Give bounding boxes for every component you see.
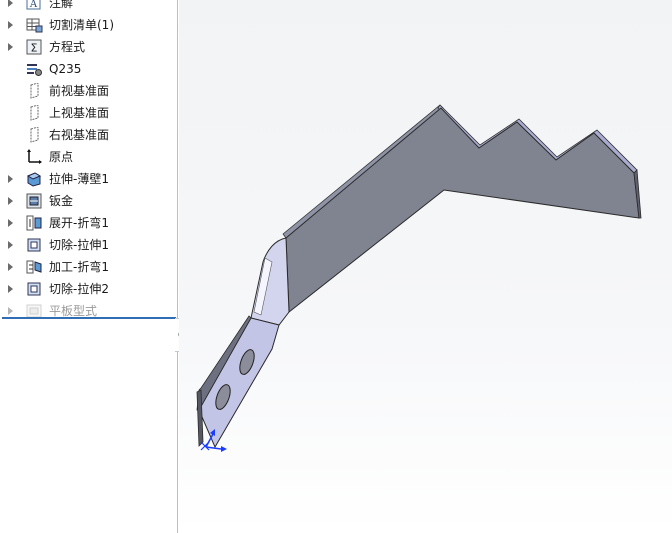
annotation-icon: A bbox=[25, 0, 43, 11]
material-icon bbox=[25, 61, 43, 77]
tree-item[interactable]: A 注解 bbox=[0, 0, 176, 14]
unfold-icon bbox=[25, 215, 43, 231]
tree-item-label: 切除-拉伸2 bbox=[49, 282, 109, 296]
tree-item-label: 加工-折弯1 bbox=[49, 260, 109, 274]
tree-item[interactable]: 加工-折弯1 bbox=[0, 256, 176, 278]
expand-arrow-icon[interactable] bbox=[8, 263, 13, 271]
cut-extrude-icon bbox=[25, 237, 43, 253]
feature-manager-tree: A 注解切割清单(1) Σ 方程式 Q235 前视基准面上视基准面右视基准面原点拉伸-薄壁… bbox=[0, 0, 178, 533]
expand-arrow-icon[interactable] bbox=[8, 241, 13, 249]
expand-arrow-icon[interactable] bbox=[8, 43, 13, 51]
rollback-bar[interactable] bbox=[2, 317, 176, 319]
tree-item[interactable]: 切割清单(1) bbox=[0, 14, 176, 36]
svg-text:Σ: Σ bbox=[31, 42, 38, 55]
origin-icon bbox=[25, 149, 43, 165]
tree-item[interactable]: 切除-拉伸1 bbox=[0, 234, 176, 256]
expand-arrow-icon[interactable] bbox=[8, 21, 13, 29]
tree-item-label: 拉伸-薄壁1 bbox=[49, 172, 109, 186]
tree-item[interactable]: Q235 bbox=[0, 58, 176, 80]
graphics-viewport[interactable] bbox=[179, 0, 672, 533]
fold-icon bbox=[25, 259, 43, 275]
tree-item-label: 原点 bbox=[49, 150, 74, 164]
tree-item-label: 注解 bbox=[49, 0, 74, 10]
cut-extrude-icon bbox=[25, 281, 43, 297]
tree-item[interactable]: 前视基准面 bbox=[0, 80, 176, 102]
sheet-metal-icon bbox=[25, 193, 43, 209]
tree-item-label: 方程式 bbox=[49, 40, 86, 54]
equations-icon: Σ bbox=[25, 39, 43, 55]
tree-item-label: 钣金 bbox=[49, 194, 74, 208]
cut-list-icon bbox=[25, 17, 43, 33]
expand-arrow-icon[interactable] bbox=[8, 219, 13, 227]
extrude-thin-icon bbox=[25, 171, 43, 187]
expand-arrow-icon[interactable] bbox=[8, 197, 13, 205]
tree-item[interactable]: 钣金 bbox=[0, 190, 176, 212]
tree-item-label: 切割清单(1) bbox=[49, 18, 114, 32]
expand-arrow-icon[interactable] bbox=[8, 307, 13, 315]
tree-item[interactable]: 切除-拉伸2 bbox=[0, 278, 176, 300]
tree-item-label: 展开-折弯1 bbox=[49, 216, 109, 230]
tree-item[interactable]: Σ 方程式 bbox=[0, 36, 176, 58]
tree-item-label: 上视基准面 bbox=[49, 106, 110, 120]
expand-arrow-icon[interactable] bbox=[8, 0, 13, 7]
expand-arrow-icon[interactable] bbox=[8, 285, 13, 293]
tree-item[interactable]: 上视基准面 bbox=[0, 102, 176, 124]
plane-icon bbox=[25, 83, 43, 99]
tree-item-label: Q235 bbox=[49, 62, 82, 76]
tree-item-label: 前视基准面 bbox=[49, 84, 110, 98]
tree-item-label: 右视基准面 bbox=[49, 128, 110, 142]
tree-item[interactable]: 原点 bbox=[0, 146, 176, 168]
svg-text:A: A bbox=[29, 0, 38, 10]
tree-item[interactable]: 右视基准面 bbox=[0, 124, 176, 146]
plane-icon bbox=[25, 127, 43, 143]
tree-item[interactable]: 展开-折弯1 bbox=[0, 212, 176, 234]
plane-icon bbox=[25, 105, 43, 121]
tree-item[interactable]: 拉伸-薄壁1 bbox=[0, 168, 176, 190]
expand-arrow-icon[interactable] bbox=[8, 175, 13, 183]
tree-item-label: 切除-拉伸1 bbox=[49, 238, 109, 252]
sheet-metal-part-model[interactable] bbox=[179, 0, 672, 533]
